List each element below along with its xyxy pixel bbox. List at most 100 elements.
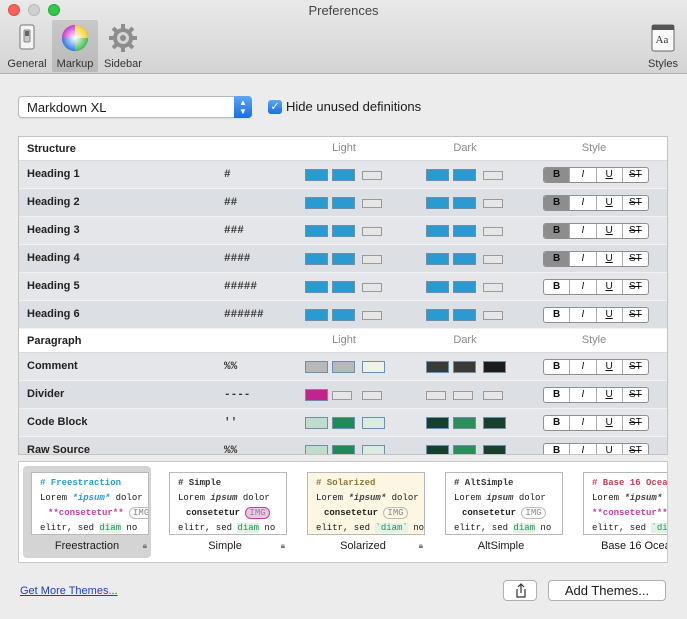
definition-row[interactable]: Comment%% B I U ST	[19, 353, 667, 381]
dark-color-swatch[interactable]	[453, 391, 473, 400]
style-toggle-underline[interactable]: U	[597, 444, 623, 454]
dark-color-swatch[interactable]	[426, 225, 449, 237]
style-toggle-bold[interactable]: B	[544, 224, 571, 238]
style-toggle-italic[interactable]: I	[570, 444, 597, 454]
dark-color-swatch[interactable]	[483, 255, 503, 264]
definition-row[interactable]: Code Block '' B I U ST	[19, 409, 667, 437]
style-toggle-underline[interactable]: U	[597, 168, 623, 182]
dark-color-swatch[interactable]	[453, 253, 476, 265]
dark-color-swatch[interactable]	[483, 361, 506, 373]
add-themes-button[interactable]: Add Themes...	[548, 580, 666, 601]
style-toggle-strikethrough[interactable]: ST	[623, 224, 648, 238]
style-toggle-bold[interactable]: B	[544, 252, 571, 266]
definition-row[interactable]: Heading 4 #### B I U ST	[19, 245, 667, 273]
light-color-swatch[interactable]	[305, 281, 328, 293]
style-toggle-strikethrough[interactable]: ST	[623, 168, 648, 182]
light-color-swatch[interactable]	[362, 227, 382, 236]
dark-color-swatch[interactable]	[483, 227, 503, 236]
dark-color-swatch[interactable]	[426, 391, 446, 400]
style-toggle-bold[interactable]: B	[544, 416, 571, 430]
dark-color-swatch[interactable]	[453, 281, 476, 293]
dark-color-swatch[interactable]	[426, 169, 449, 181]
style-toggle-bold[interactable]: B	[544, 308, 571, 322]
light-color-swatch[interactable]	[332, 281, 355, 293]
light-color-swatch[interactable]	[332, 391, 352, 400]
definition-row[interactable]: Raw Source%% B I U ST	[19, 437, 667, 454]
dark-color-swatch[interactable]	[426, 309, 449, 321]
dark-color-swatch[interactable]	[483, 417, 506, 429]
light-color-swatch[interactable]	[362, 391, 382, 400]
dark-color-swatch[interactable]	[426, 281, 449, 293]
style-toggle-italic[interactable]: I	[570, 224, 597, 238]
style-toggle-underline[interactable]: U	[597, 252, 623, 266]
light-color-swatch[interactable]	[332, 169, 355, 181]
style-toggle-underline[interactable]: U	[597, 280, 623, 294]
style-toggle-strikethrough[interactable]: ST	[623, 280, 648, 294]
light-color-swatch[interactable]	[362, 417, 385, 429]
dark-color-swatch[interactable]	[426, 445, 449, 454]
tab-sidebar[interactable]: Sidebar	[100, 20, 146, 72]
dark-color-swatch[interactable]	[453, 309, 476, 321]
light-color-swatch[interactable]	[332, 197, 355, 209]
dark-color-swatch[interactable]	[426, 253, 449, 265]
style-toggle-bold[interactable]: B	[544, 280, 571, 294]
dark-color-swatch[interactable]	[453, 197, 476, 209]
style-toggle-underline[interactable]: U	[597, 360, 623, 374]
style-toggle-bold[interactable]: B	[544, 196, 571, 210]
dark-color-swatch[interactable]	[483, 199, 503, 208]
definition-row[interactable]: Heading 3 ### B I U ST	[19, 217, 667, 245]
light-color-swatch[interactable]	[305, 361, 328, 373]
light-color-swatch[interactable]	[305, 445, 328, 454]
style-toggle-italic[interactable]: I	[570, 168, 597, 182]
theme-card[interactable]: # Freestraction Lorem *ipsum* dolor **cons…	[23, 466, 151, 558]
style-toggle-underline[interactable]: U	[597, 416, 623, 430]
hide-unused-checkbox[interactable]: ✓	[268, 100, 282, 114]
dark-color-swatch[interactable]	[483, 311, 503, 320]
style-toggle-strikethrough[interactable]: ST	[623, 308, 648, 322]
style-toggle-underline[interactable]: U	[597, 224, 623, 238]
light-color-swatch[interactable]	[305, 309, 328, 321]
dark-color-swatch[interactable]	[483, 283, 503, 292]
light-color-swatch[interactable]	[362, 311, 382, 320]
style-toggle-bold[interactable]: B	[544, 388, 571, 402]
definition-row[interactable]: Heading 6 ###### B I U ST	[19, 301, 667, 329]
light-color-swatch[interactable]	[305, 389, 328, 401]
tab-styles[interactable]: Aa Styles	[640, 20, 686, 72]
light-color-swatch[interactable]	[332, 309, 355, 321]
style-toggle-strikethrough[interactable]: ST	[623, 388, 648, 402]
syntax-select[interactable]: Markdown XL ▲ ▼	[18, 96, 252, 118]
dark-color-swatch[interactable]	[453, 361, 476, 373]
style-toggle-italic[interactable]: I	[570, 308, 597, 322]
light-color-swatch[interactable]	[362, 171, 382, 180]
theme-card[interactable]: # Solarized Lorem *ipsum* dolor consetetur…	[299, 466, 427, 558]
tab-general[interactable]: General	[4, 20, 50, 72]
style-toggle-underline[interactable]: U	[597, 196, 623, 210]
light-color-swatch[interactable]	[305, 253, 328, 265]
light-color-swatch[interactable]	[362, 199, 382, 208]
light-color-swatch[interactable]	[362, 445, 385, 454]
share-button[interactable]	[503, 580, 537, 601]
dark-color-swatch[interactable]	[453, 445, 476, 454]
definition-row[interactable]: Heading 1 # B I U ST	[19, 161, 667, 189]
definition-row[interactable]: Heading 2 ## B I U ST	[19, 189, 667, 217]
style-toggle-italic[interactable]: I	[570, 196, 597, 210]
style-toggle-italic[interactable]: I	[570, 252, 597, 266]
get-more-themes-link[interactable]: Get More Themes...	[20, 585, 118, 597]
style-toggle-italic[interactable]: I	[570, 388, 597, 402]
definition-row[interactable]: Heading 5 ##### B I U ST	[19, 273, 667, 301]
light-color-swatch[interactable]	[362, 361, 385, 373]
dark-color-swatch[interactable]	[453, 225, 476, 237]
style-toggle-strikethrough[interactable]: ST	[623, 444, 648, 454]
light-color-swatch[interactable]	[332, 225, 355, 237]
style-toggle-underline[interactable]: U	[597, 388, 623, 402]
light-color-swatch[interactable]	[332, 445, 355, 454]
style-toggle-strikethrough[interactable]: ST	[623, 360, 648, 374]
theme-card[interactable]: # AltSimple Lorem ipsum dolor consetetur I…	[437, 466, 565, 558]
style-toggle-strikethrough[interactable]: ST	[623, 252, 648, 266]
style-toggle-italic[interactable]: I	[570, 416, 597, 430]
light-color-swatch[interactable]	[362, 255, 382, 264]
theme-card[interactable]: # Base 16 Ocean Lorem *ipsum* **consetetur…	[575, 466, 667, 558]
dark-color-swatch[interactable]	[483, 445, 506, 454]
dark-color-swatch[interactable]	[483, 171, 503, 180]
style-toggle-bold[interactable]: B	[544, 168, 571, 182]
